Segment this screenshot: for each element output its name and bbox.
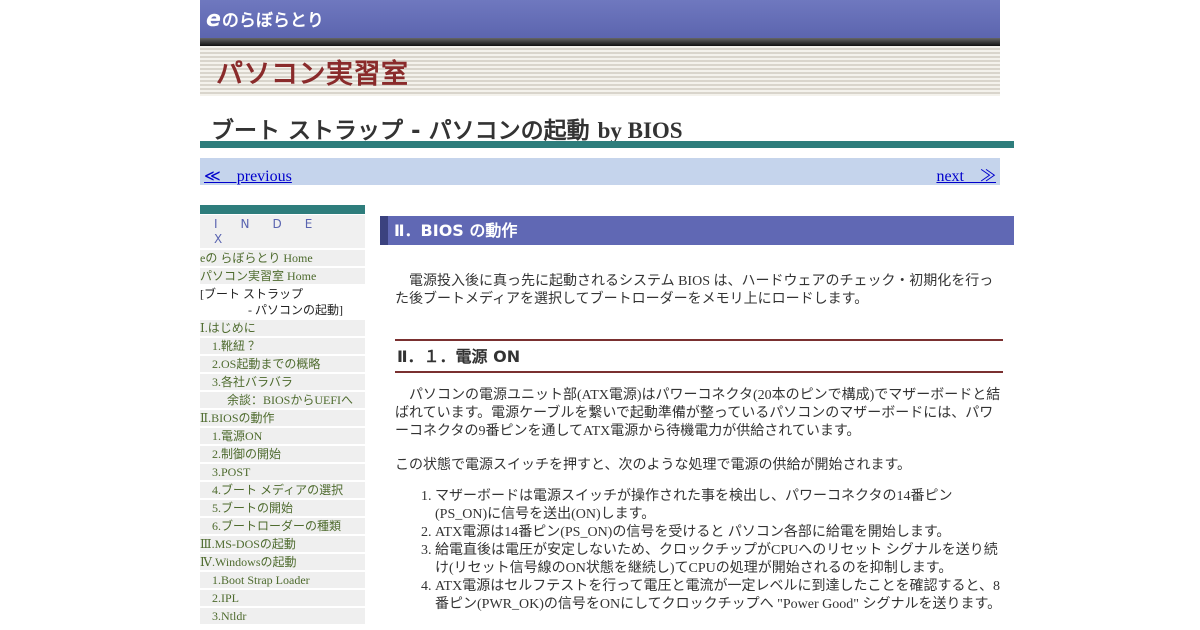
- sidebar-item-sublabel: - パソコンの起動]: [248, 303, 343, 317]
- sidebar-item-label: 2.OS起動までの概略: [212, 357, 321, 371]
- sidebar-item[interactable]: 1.電源ON: [200, 428, 365, 444]
- sidebar-item-label: 2.IPL: [212, 591, 239, 605]
- sidebar-item-label: 3.各社バラバラ: [212, 375, 293, 389]
- sidebar-item[interactable]: [ブート ストラップ - パソコンの起動]: [200, 286, 365, 318]
- site-title: パソコン実習室: [216, 59, 409, 90]
- sidebar-item[interactable]: 余談：BIOSからUEFIへ: [200, 392, 365, 408]
- sidebar-item-label: Ⅳ.Windowsの起動: [200, 555, 297, 569]
- sidebar-item[interactable]: 2.IPL: [200, 590, 365, 606]
- sidebar-items: eの らぼらとり Home パソコン実習室 Home [ブート ストラップ - パソコ…: [200, 250, 365, 624]
- section-header: Ⅱ．BIOS の動作: [380, 216, 1014, 245]
- sidebar-index-label: INDEX: [200, 215, 365, 248]
- sidebar-item[interactable]: eの らぼらとり Home: [200, 250, 365, 266]
- sidebar-head-bar: [200, 205, 365, 214]
- step-item: ATX電源はセルフテストを行って電圧と電流が一定レベルに到達したことを確認すると…: [435, 578, 1004, 614]
- sidebar-item-label: 4.ブート メディアの選択: [212, 483, 344, 497]
- sidebar-item-label: パソコン実習室 Home: [200, 269, 317, 283]
- sidebar-item[interactable]: 2.制御の開始: [200, 446, 365, 462]
- sidebar-item-label: Ⅰ.はじめに: [200, 321, 256, 335]
- logo-text: のらぼらとり: [221, 11, 324, 31]
- sidebar-item[interactable]: Ⅳ.Windowsの起動: [200, 554, 365, 570]
- sidebar-item-label: [ブート ストラップ: [200, 287, 303, 301]
- sidebar-item[interactable]: Ⅲ.MS-DOSの起動: [200, 536, 365, 552]
- body-paragraph-2: この状態で電源スイッチを押すと、次のような処理で電源の供給が開始されます。: [395, 458, 912, 473]
- sidebar-item[interactable]: 3.各社バラバラ: [200, 374, 365, 390]
- logo-e: e: [206, 7, 221, 32]
- previous-link[interactable]: ≪ previous: [204, 162, 292, 186]
- power-on-steps: マザーボードは電源スイッチが操作された事を検出し、パワーコネクタの14番ピン(P…: [395, 488, 1004, 614]
- sidebar-index: INDEX eの らぼらとり Home パソコン実習室 Home [ブート ストラッ…: [200, 205, 365, 624]
- step-item: マザーボードは電源スイッチが操作された事を検出し、パワーコネクタの14番ピン(P…: [435, 488, 1004, 524]
- sidebar-item-label: eの らぼらとり Home: [200, 251, 313, 265]
- sidebar-item[interactable]: 3.Ntldr: [200, 608, 365, 624]
- sidebar-item-label: 6.ブートローダーの種類: [212, 519, 342, 533]
- sidebar-item-label: 5.ブートの開始: [212, 501, 294, 515]
- sidebar-item-label: 2.制御の開始: [212, 447, 282, 461]
- sidebar-item-label: 1.靴紐 ？: [212, 339, 261, 353]
- sidebar-item-label: 3.Ntldr: [212, 609, 247, 623]
- page-title: ブート ストラップ - パソコンの起動 by BIOS: [211, 111, 683, 145]
- header-dark-band: [200, 38, 1000, 46]
- sidebar-item-label: 余談：BIOSからUEFIへ: [227, 393, 354, 407]
- subsection-header: Ⅱ．１．電源 ON: [395, 339, 1003, 373]
- next-link[interactable]: next ≫: [936, 162, 996, 186]
- intro-paragraph: 電源投入後に真っ先に起動されるシステム BIOS は、ハードウェアのチェック・初…: [395, 274, 994, 307]
- sidebar-item[interactable]: 4.ブート メディアの選択: [200, 482, 365, 498]
- page-title-by: by BIOS: [597, 118, 683, 143]
- sidebar-item-label: 1.電源ON: [212, 429, 263, 443]
- page-navigation: ≪ previous next ≫: [200, 158, 1000, 185]
- sidebar-item-label: 1.Boot Strap Loader: [212, 573, 310, 587]
- sidebar-item[interactable]: 5.ブートの開始: [200, 500, 365, 516]
- sidebar-item-label: 3.POST: [212, 465, 251, 479]
- sidebar-item[interactable]: 3.POST: [200, 464, 365, 480]
- sidebar-item[interactable]: パソコン実習室 Home: [200, 268, 365, 284]
- sidebar-item[interactable]: 6.ブートローダーの種類: [200, 518, 365, 534]
- sidebar-item[interactable]: Ⅱ.BIOSの動作: [200, 410, 365, 426]
- sidebar-item-label: Ⅱ.BIOSの動作: [200, 411, 275, 425]
- body-paragraph-1: パソコンの電源ユニット部(ATX電源)はパワーコネクタ(20本のピンで構成)でマ…: [395, 388, 1001, 439]
- step-item: 給電直後は電圧が安定しないため、クロックチップがCPUへのリセット シグナルを送…: [435, 542, 1004, 578]
- sidebar-item[interactable]: 1.Boot Strap Loader: [200, 572, 365, 588]
- step-item: ATX電源は14番ピン(PS_ON)の信号を受けると パソコン各部に給電を開始し…: [435, 524, 1004, 542]
- main-content: Ⅱ．BIOS の動作 電源投入後に真っ先に起動されるシステム BIOS は、ハー…: [380, 216, 1014, 614]
- site-logo[interactable]: eのらぼらとり: [206, 6, 324, 32]
- sidebar-item-label: Ⅲ.MS-DOSの起動: [200, 537, 296, 551]
- sidebar-item[interactable]: Ⅰ.はじめに: [200, 320, 365, 336]
- sidebar-item[interactable]: 1.靴紐 ？: [200, 338, 365, 354]
- sidebar-item[interactable]: 2.OS起動までの概略: [200, 356, 365, 372]
- title-rule: [200, 141, 1014, 148]
